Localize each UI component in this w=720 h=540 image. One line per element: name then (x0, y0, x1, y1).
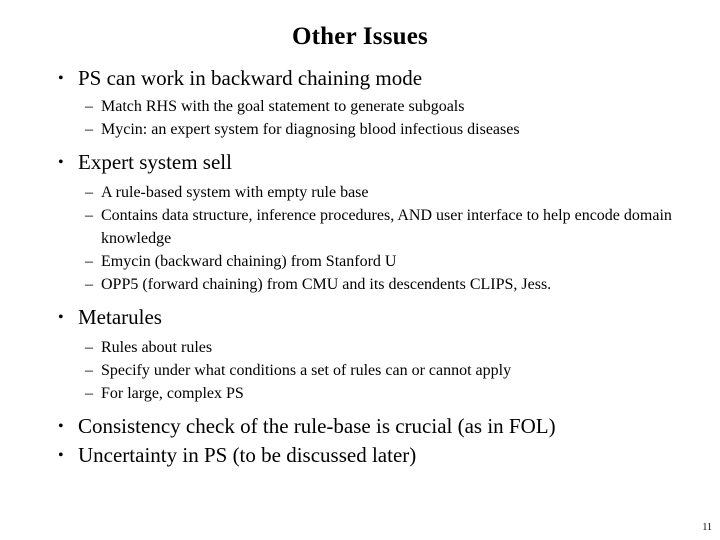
bullet-level2-label: OPP5 (forward chaining) from CMU and its… (101, 276, 552, 293)
dash-icon: – (85, 184, 93, 201)
bullet-level1: • Consistency check of the rule-base is … (40, 414, 680, 439)
bullet-dot-icon: • (58, 309, 64, 326)
bullet-level1: • PS can work in backward chaining mode (40, 66, 680, 91)
bullet-level1-label: Consistency check of the rule-base is cr… (78, 414, 556, 438)
bullet-level1-label: PS can work in backward chaining mode (78, 66, 423, 90)
bullet-level2-label: For large, complex PS (101, 385, 244, 402)
page-title: Other Issues (292, 23, 428, 50)
bullet-level2: – Mycin: an expert system for diagnosing… (40, 118, 680, 141)
bullet-level2: – Match RHS with the goal statement to g… (40, 95, 680, 118)
bullet-level2: – A rule-based system with empty rule ba… (40, 181, 680, 204)
bullet-level2: – Rules about rules (40, 336, 680, 359)
bullet-level2-label: Match RHS with the goal statement to gen… (101, 98, 465, 115)
bullet-level2-label: Rules about rules (101, 339, 213, 356)
dash-icon: – (85, 276, 93, 293)
page-number: 11 (702, 522, 712, 533)
bullet-level1: • Metarules (40, 305, 680, 330)
dash-icon: – (85, 362, 93, 379)
dash-icon: – (85, 98, 93, 115)
bullet-dot-icon: • (58, 418, 64, 435)
bullet-level2: – Emycin (backward chaining) from Stanfo… (40, 250, 680, 273)
bullet-level2-label: A rule-based system with empty rule base (101, 184, 369, 201)
dash-icon: – (85, 339, 93, 356)
bullet-level2: – Contains data structure, inference pro… (40, 204, 680, 250)
bullet-level2-label: Specify under what conditions a set of r… (101, 362, 512, 379)
bullet-level1-label: Metarules (78, 305, 162, 329)
bullet-dot-icon: • (58, 447, 64, 464)
bullet-level1: • Uncertainty in PS (to be discussed lat… (40, 443, 680, 468)
dash-icon: – (85, 207, 93, 224)
bullet-level1: • Expert system sell (40, 150, 680, 175)
dash-icon: – (85, 253, 93, 270)
slide-body: • PS can work in backward chaining mode … (40, 66, 680, 470)
bullet-level2-label: Emycin (backward chaining) from Stanford… (101, 253, 397, 270)
bullet-level1-label: Expert system sell (78, 150, 232, 174)
bullet-level2-label: Contains data structure, inference proce… (101, 207, 672, 247)
dash-icon: – (85, 121, 93, 138)
bullet-level1-label: Uncertainty in PS (to be discussed later… (78, 443, 417, 467)
bullet-dot-icon: • (58, 70, 64, 87)
bullet-level2: – For large, complex PS (40, 382, 680, 405)
dash-icon: – (85, 385, 93, 402)
bullet-level2-label: Mycin: an expert system for diagnosing b… (101, 121, 520, 138)
bullet-dot-icon: • (58, 154, 64, 171)
slide-canvas: Other Issues • PS can work in backward c… (0, 0, 720, 540)
bullet-level2: – OPP5 (forward chaining) from CMU and i… (40, 273, 680, 296)
bullet-level2: – Specify under what conditions a set of… (40, 359, 680, 382)
